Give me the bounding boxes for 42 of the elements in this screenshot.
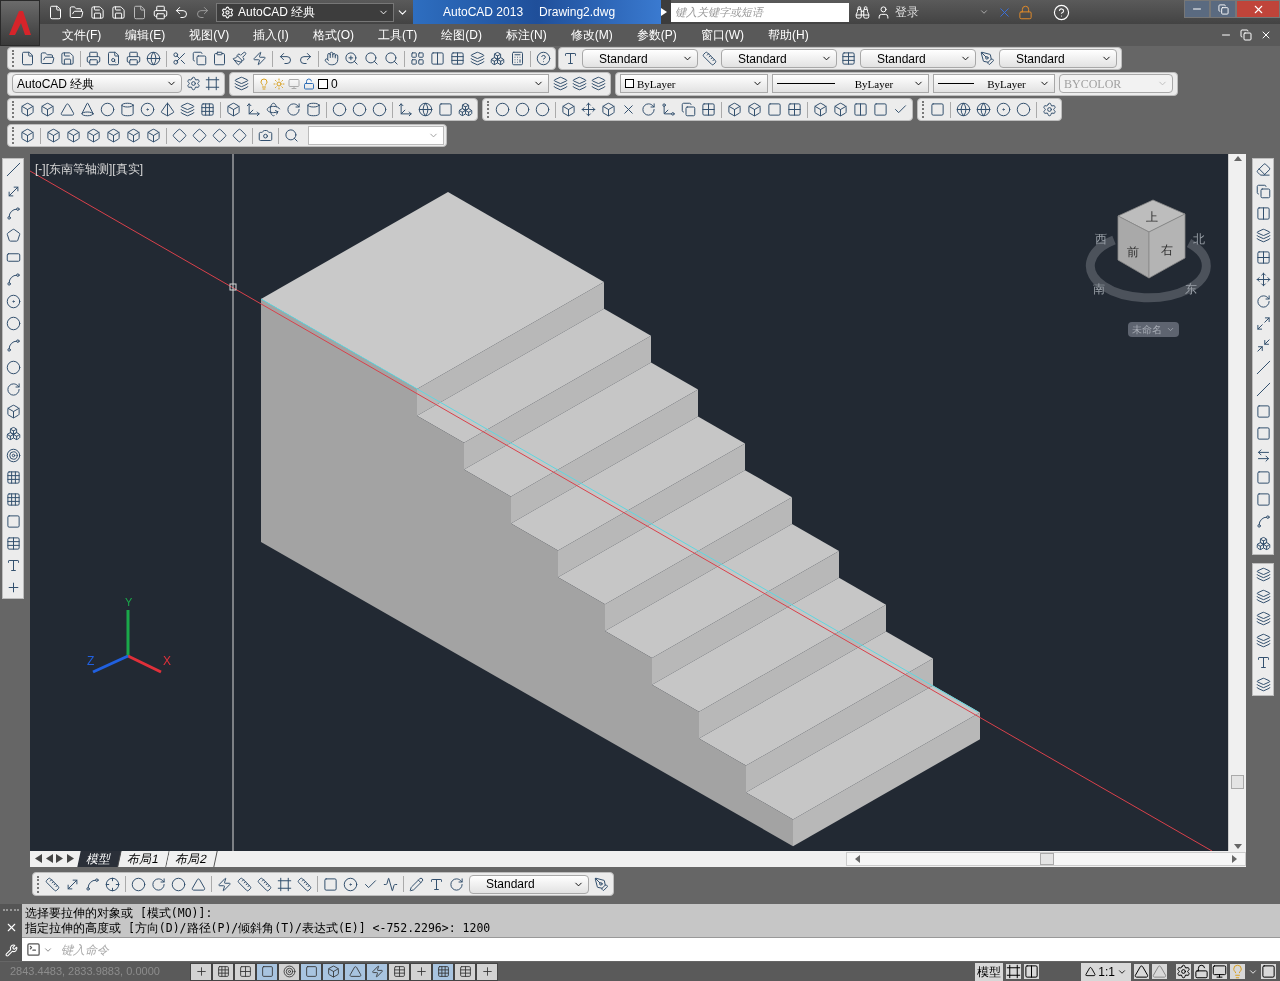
command-history-line: 指定拉伸的高度或 [方向(D)/路径(P)/倾斜角(T)/表达式(E)] <-752.2296>: 1200 [25, 920, 492, 936]
menu-item[interactable]: 绘图(D) [435, 25, 488, 44]
style-dropdown[interactable]: Standard [860, 49, 976, 69]
viewcube-face-label[interactable]: 前 [1127, 244, 1139, 259]
menu-item[interactable]: 文件(F) [56, 25, 108, 44]
menu-item[interactable]: 视图(V) [183, 25, 236, 44]
lineweight-dropdown[interactable]: ByLayer [933, 74, 1055, 94]
workspace-dropdown[interactable]: AutoCAD 经典 [12, 74, 182, 94]
menu-item[interactable]: 窗口(W) [694, 25, 750, 44]
dimension-style-dropdown[interactable]: Standard [469, 874, 589, 894]
compass-label[interactable]: 北 [1193, 231, 1205, 246]
file-name: Drawing2.dwg [539, 4, 616, 21]
menu-item[interactable]: 格式(O) [306, 25, 360, 44]
style-dropdown[interactable]: Standard [721, 49, 837, 69]
color-dropdown[interactable]: ByLayer [620, 74, 768, 94]
menu-item[interactable]: 标注(N) [500, 25, 553, 44]
app-title: AutoCAD 2013 [443, 4, 524, 21]
menu-item[interactable]: 帮助(H) [762, 25, 815, 44]
command-history-line: 选择要拉伸的对象或 [模式(MO)]: [25, 905, 214, 921]
menu-item[interactable]: 编辑(E) [119, 25, 172, 44]
menu-item[interactable]: 修改(M) [564, 25, 619, 44]
drawing-viewport[interactable]: [-][东南等轴测][真实] 上 前 右 西 北 南 东 未命名 X Y Z [30, 153, 1228, 851]
model-space-button[interactable]: 模型 [975, 962, 1004, 981]
sign-in-link[interactable]: 登录 [895, 3, 919, 21]
compass-label[interactable]: 南 [1093, 281, 1105, 296]
search-field[interactable]: 键入关键字或短语 [671, 2, 849, 22]
viewport-label[interactable]: [-][东南等轴测][真实] [35, 159, 143, 178]
viewcube-face-label[interactable]: 上 [1146, 209, 1158, 224]
workspace-dropdown[interactable]: AutoCAD 经典 [216, 2, 394, 22]
viewcube-face-label[interactable]: 右 [1161, 242, 1173, 257]
axis-label: X [163, 652, 171, 670]
annotation-scale-button[interactable]: 1:1 [1081, 962, 1131, 981]
axis-label: Z [87, 652, 95, 670]
menu-item[interactable]: 参数(P) [630, 25, 683, 44]
layer-dropdown[interactable]: 0 [253, 74, 549, 94]
menu-item[interactable]: 工具(T) [372, 25, 424, 44]
linetype-dropdown[interactable]: ByLayer [772, 74, 929, 94]
compass-label[interactable]: 西 [1095, 231, 1107, 246]
menu-item[interactable]: 插入(I) [247, 25, 295, 44]
style-dropdown[interactable]: Standard [582, 49, 698, 69]
style-dropdown[interactable]: Standard [999, 49, 1117, 69]
axis-label: Y [125, 594, 133, 610]
